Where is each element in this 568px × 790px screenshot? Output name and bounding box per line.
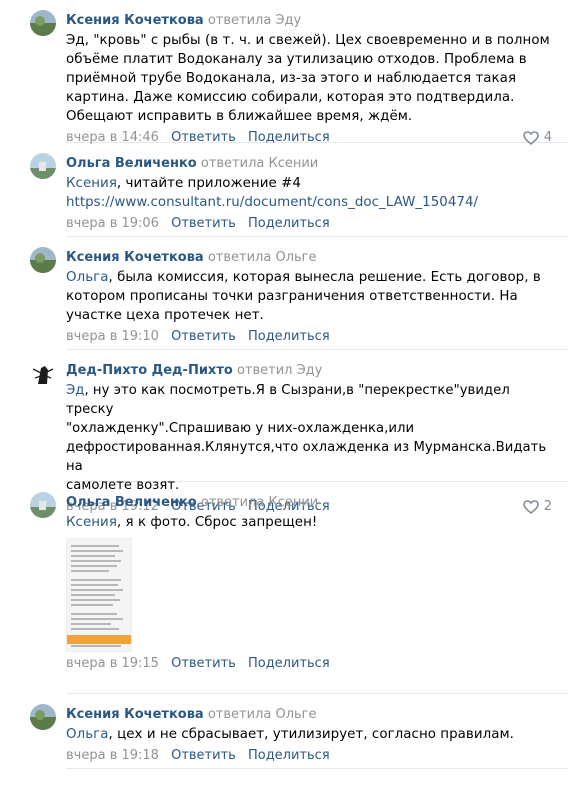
comment-header: Ксения Кочеткова ответила Эду	[66, 12, 552, 30]
text-line: Ксения, я к фото. Сброс запрещен!	[66, 513, 552, 532]
avatar[interactable]	[30, 492, 56, 518]
comment: Ольга Величенко ответила Ксении Ксения, …	[0, 143, 568, 236]
mention-link[interactable]: Ольга	[66, 727, 108, 742]
replied-to[interactable]: ответила Ольге	[208, 250, 317, 265]
timestamp[interactable]: вчера в 19:10	[66, 329, 159, 344]
text-line: Ольга, была комиссия, которая вынесла ре…	[66, 268, 552, 287]
author-name[interactable]: Ольга Величенко	[66, 495, 197, 510]
author-name[interactable]: Ксения Кочеткова	[66, 707, 204, 722]
replied-to[interactable]: ответила Ксении	[201, 495, 318, 510]
comment: Дед-Пихто Дед-Пихто ответил Эду Эд, ну э…	[0, 350, 568, 514]
author-name[interactable]: Ксения Кочеткова	[66, 13, 204, 28]
avatar[interactable]	[30, 153, 56, 179]
comment-text: Эд, ну это как посмотреть.Я в Сызрани,в …	[66, 381, 552, 495]
comment: Ксения Кочеткова ответила Ольге Ольга, ц…	[0, 694, 568, 768]
author-name[interactable]: Ксения Кочеткова	[66, 250, 204, 265]
text-line: котором прописаны точки разграничения от…	[66, 289, 518, 304]
share-button[interactable]: Поделиться	[248, 748, 330, 763]
comments-list: Ксения Кочеткова ответила Эду Эд, "кровь…	[0, 0, 568, 769]
text-fragment: , цех и не сбрасывает, утилизирует, согл…	[108, 727, 514, 742]
text-fragment: , была комиссия, которая вынесла решение…	[108, 270, 541, 285]
comment: Ксения Кочеткова ответила Эду Эд, "кровь…	[0, 0, 568, 145]
text-line: Обещают исправить в ближайшее время, ждё…	[66, 109, 413, 124]
url-link[interactable]: https://www.consultant.ru/document/cons_…	[66, 195, 478, 210]
comment-header: Дед-Пихто Дед-Пихто ответил Эду	[66, 362, 552, 380]
replied-to[interactable]: ответила Эду	[208, 13, 301, 28]
share-button[interactable]: Поделиться	[248, 216, 330, 231]
text-line: Ксения, читайте приложение #4	[66, 174, 552, 193]
text-line: https://www.consultant.ru/document/cons_…	[66, 193, 552, 212]
text-line: объёме платит Водоканалу за утилизацию о…	[66, 52, 527, 67]
text-line: картина. Даже комиссию собирали, которая…	[66, 90, 515, 105]
text-line: Эд, ну это как посмотреть.Я в Сызрани,в …	[66, 381, 552, 419]
comment-text: Эд, "кровь" с рыбы (в т. ч. и свежей). Ц…	[66, 31, 552, 126]
comment-text: Ксения, читайте приложение #4 https://ww…	[66, 174, 552, 212]
reply-button[interactable]: Ответить	[171, 656, 236, 671]
attached-photo[interactable]	[66, 538, 132, 652]
text-line: дефростированная.Клянутся,что охлажденка…	[66, 440, 547, 474]
comment-header: Ольга Величенко ответила Ксении	[66, 494, 552, 512]
comment-meta: вчера в 19:15 Ответить Поделиться	[66, 655, 552, 682]
text-line: Эд, "кровь" с рыбы (в т. ч. и свежей). Ц…	[66, 33, 550, 48]
avatar[interactable]	[30, 360, 56, 386]
comment-meta: вчера в 19:18 Ответить Поделиться	[66, 747, 552, 774]
comment-text: Ольга, была комиссия, которая вынесла ре…	[66, 268, 552, 325]
replied-to[interactable]: ответил Эду	[237, 363, 322, 378]
comment-header: Ксения Кочеткова ответила Ольге	[66, 249, 552, 267]
replied-to[interactable]: ответила Ольге	[208, 707, 317, 722]
comment-text: Ольга, цех и не сбрасывает, утилизирует,…	[66, 725, 552, 744]
text-line: приёмной трубе Водоканала, из-за этого и…	[66, 71, 517, 86]
mention-link[interactable]: Ольга	[66, 270, 108, 285]
text-fragment: , ну это как посмотреть.Я в Сызрани,в "п…	[66, 383, 510, 417]
comment: Ксения Кочеткова ответила Ольге Ольга, б…	[0, 237, 568, 349]
timestamp[interactable]: вчера в 19:18	[66, 748, 159, 763]
comment: Ольга Величенко ответила Ксении Ксения, …	[0, 482, 568, 693]
text-line: участке цеха протечек нет.	[66, 308, 264, 323]
reply-button[interactable]: Ответить	[171, 216, 236, 231]
reply-button[interactable]: Ответить	[171, 748, 236, 763]
text-fragment: , я к фото. Сброс запрещен!	[116, 515, 318, 530]
mention-link[interactable]: Ксения	[66, 176, 117, 191]
share-button[interactable]: Поделиться	[248, 656, 330, 671]
reply-button[interactable]: Ответить	[171, 329, 236, 344]
timestamp[interactable]: вчера в 19:06	[66, 216, 159, 231]
mention-link[interactable]: Эд	[66, 383, 84, 398]
text-line: Ольга, цех и не сбрасывает, утилизирует,…	[66, 725, 552, 744]
avatar[interactable]	[30, 247, 56, 273]
mention-link[interactable]: Ксения	[66, 515, 117, 530]
comment-header: Ольга Величенко ответила Ксении	[66, 155, 552, 173]
comment-header: Ксения Кочеткова ответила Ольге	[66, 706, 552, 724]
author-name[interactable]: Дед-Пихто Дед-Пихто	[66, 363, 233, 378]
share-button[interactable]: Поделиться	[248, 329, 330, 344]
avatar[interactable]	[30, 10, 56, 36]
comment-text: Ксения, я к фото. Сброс запрещен!	[66, 513, 552, 532]
timestamp[interactable]: вчера в 19:15	[66, 656, 159, 671]
replied-to[interactable]: ответила Ксении	[201, 156, 318, 171]
text-line: "охлажденку".Спрашиваю у них-охлажденка,…	[66, 421, 415, 436]
author-name[interactable]: Ольга Величенко	[66, 156, 197, 171]
text-fragment: , читайте приложение #4	[116, 176, 301, 191]
avatar[interactable]	[30, 704, 56, 730]
